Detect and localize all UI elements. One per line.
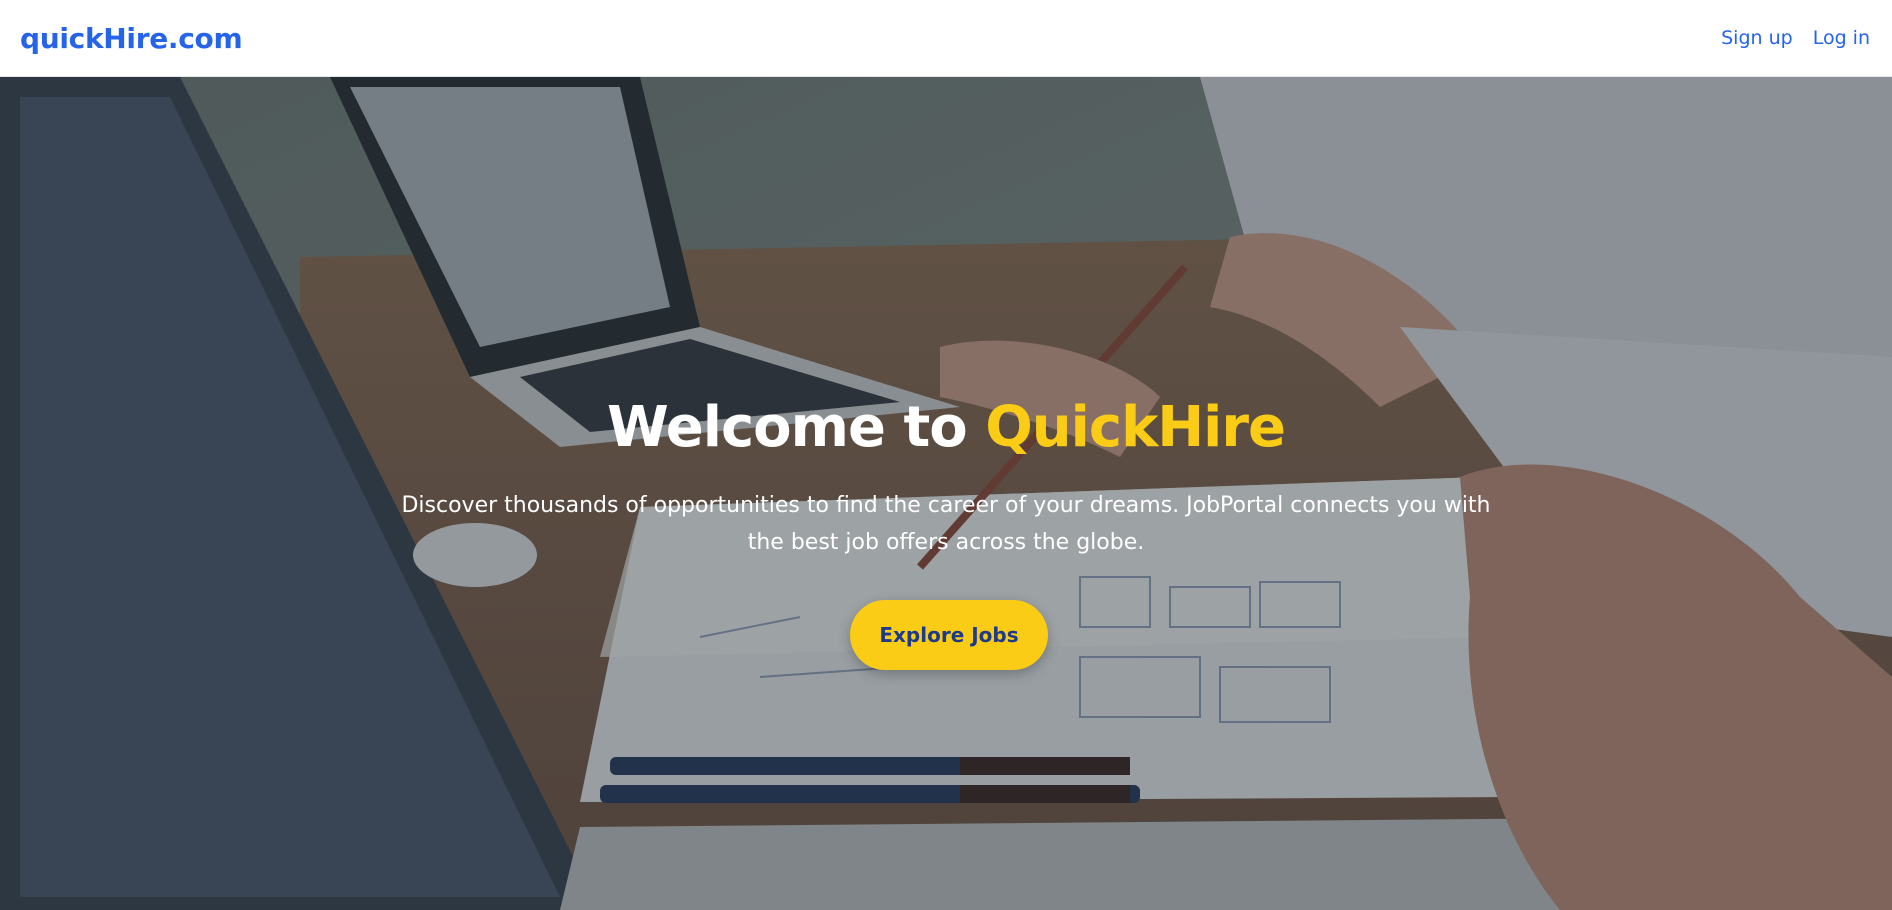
- nav-links: Sign up Log in: [1721, 27, 1870, 49]
- brand-logo-link[interactable]: quickHire.com: [20, 22, 243, 55]
- log-in-link[interactable]: Log in: [1813, 27, 1870, 49]
- explore-jobs-button[interactable]: Explore Jobs: [850, 600, 1048, 670]
- hero-title-prefix: Welcome to: [607, 395, 986, 460]
- hero-content: Welcome to QuickHire Discover thousands …: [0, 77, 1892, 910]
- hero-title: Welcome to QuickHire: [0, 395, 1892, 461]
- top-navbar: quickHire.com Sign up Log in: [0, 0, 1892, 77]
- sign-up-link[interactable]: Sign up: [1721, 27, 1793, 49]
- hero-subtitle: Discover thousands of opportunities to f…: [401, 493, 1491, 555]
- hero-section: Welcome to QuickHire Discover thousands …: [0, 77, 1892, 910]
- hero-title-accent: QuickHire: [985, 395, 1286, 460]
